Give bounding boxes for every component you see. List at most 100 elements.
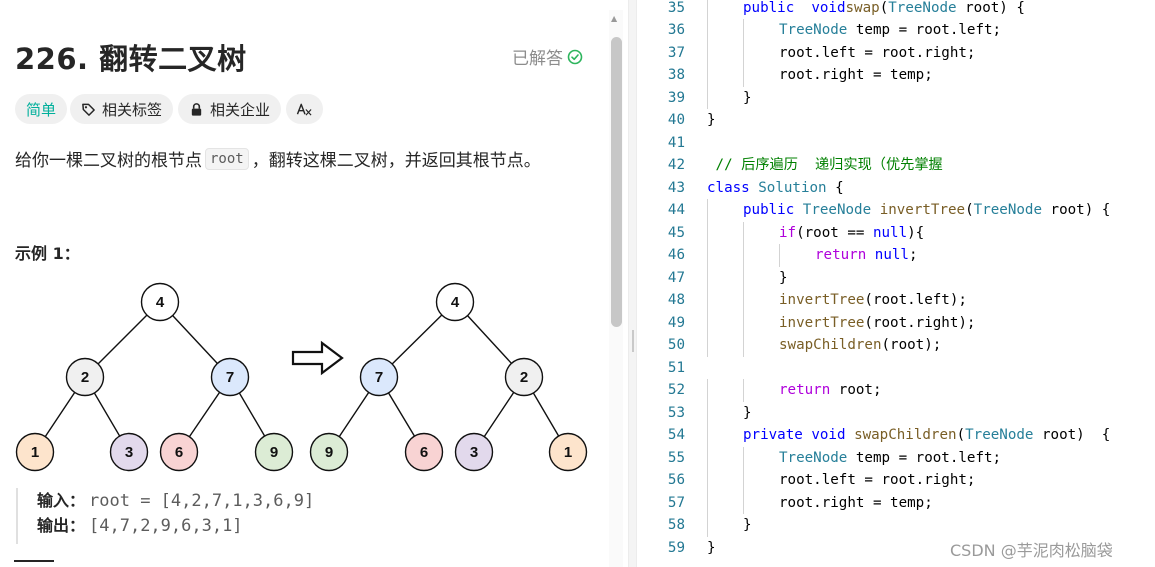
code-text: } — [743, 402, 752, 425]
input-label: 输入： — [37, 491, 86, 510]
code-token: root) { — [1033, 427, 1111, 443]
code-editor[interactable]: 35 public voidswap(TreeNode root) {36 Tree… — [637, 0, 1155, 567]
code-line[interactable]: 36 TreeNode temp = root.left; — [637, 19, 1155, 42]
indent-guide — [707, 514, 708, 537]
indent-guide — [707, 379, 708, 402]
line-number: 52 — [667, 382, 685, 398]
code-line[interactable]: 45 if(root == null){ — [637, 221, 1155, 244]
translate-button[interactable] — [286, 94, 323, 124]
related-topics-label: 相关标签 — [102, 100, 163, 119]
indent-guide — [743, 311, 744, 334]
code-line[interactable]: 40} — [637, 109, 1155, 132]
related-companies-button[interactable]: 相关企业 — [178, 94, 282, 124]
code-line[interactable]: 52 return root; — [637, 379, 1155, 402]
code-token: TreeNode — [802, 202, 872, 218]
description-scrollbar-thumb[interactable] — [611, 37, 622, 327]
indent-guide — [707, 446, 708, 469]
code-line[interactable]: 43 class Solution { — [637, 177, 1155, 200]
code-token: root.right = temp; — [779, 67, 933, 83]
statement-text-after: ，翻转这棵二叉树，并返回其根节点。 — [251, 151, 541, 171]
tree-node-label: 7 — [226, 369, 234, 386]
difficulty-tag[interactable]: 简单 — [15, 94, 68, 124]
indent-guide — [743, 334, 744, 357]
code-line[interactable]: 39} — [637, 86, 1155, 109]
code-line[interactable]: 56 root.left = root.right; — [637, 469, 1155, 492]
line-number: 43 — [667, 179, 685, 196]
code-line[interactable]: 58} — [637, 514, 1155, 537]
line-number: 38 — [667, 67, 685, 83]
code-text: root.right = temp; — [779, 64, 933, 87]
tree-node-label: 9 — [325, 444, 333, 461]
code-line[interactable]: 57 root.right = temp; — [637, 491, 1155, 514]
code-line[interactable]: 41 — [637, 132, 1155, 155]
code-token: root) { — [956, 0, 1025, 16]
indent-guide — [707, 19, 708, 42]
code-line[interactable]: 48 invertTree(root.left); — [637, 289, 1155, 312]
code-line[interactable]: 54 private void swapChildren(TreeNode roo… — [637, 424, 1155, 447]
indent-guide — [707, 221, 708, 244]
line-number: 39 — [667, 89, 685, 106]
code-text: root.left = root.right; — [779, 42, 975, 65]
related-topics-button[interactable]: 相关标签 — [70, 94, 174, 124]
indent-guide — [707, 401, 708, 424]
original-tree: 4 2 7 1 3 6 9 — [15, 282, 294, 472]
code-line[interactable]: 49 invertTree(root.right); — [637, 311, 1155, 335]
code-line[interactable]: 50 swapChildren(root); — [637, 334, 1155, 357]
code-token: ( — [879, 0, 889, 16]
indent-guide — [743, 244, 744, 267]
tree-node-label: 1 — [564, 444, 572, 461]
code-token: Solution — [758, 179, 827, 196]
example-input: 输入： root = [4,2,7,1,3,6,9] — [37, 488, 576, 513]
code-token: void — [811, 0, 846, 16]
code-line[interactable]: 53} — [637, 401, 1155, 425]
code-token: root.left = root.right; — [779, 472, 976, 488]
code-line[interactable]: 37 root.left = root.right; — [637, 41, 1155, 65]
code-text: root.left = root.right; — [779, 469, 975, 492]
indent-guide — [743, 64, 744, 87]
line-number: 41 — [667, 134, 685, 151]
code-line[interactable]: 35 public voidswap(TreeNode root) { — [637, 0, 1155, 19]
tree-node-label: 1 — [31, 444, 39, 461]
tree-node-label: 4 — [156, 294, 165, 311]
code-line[interactable]: 38 root.right = temp; — [637, 64, 1155, 87]
code-text: public TreeNode invertTree(TreeNode root… — [743, 199, 1110, 222]
indent-guide — [743, 446, 744, 469]
indent-guide — [707, 266, 708, 289]
indent-guide — [743, 41, 744, 64]
code-token: return — [815, 247, 867, 263]
line-number: 56 — [667, 472, 685, 488]
indent-guide — [707, 311, 708, 334]
code-line[interactable]: 55 TreeNode temp = root.left; — [637, 446, 1155, 469]
code-line[interactable]: 42 // 后序遍历 递归实现（优先掌握 — [637, 154, 1155, 177]
tree-node-label: 6 — [420, 444, 428, 461]
panel-resize-divider[interactable] — [628, 0, 637, 567]
indent-guide — [707, 491, 708, 514]
code-token: } — [743, 404, 752, 421]
code-token: } — [743, 89, 752, 106]
code-token: public — [743, 0, 795, 16]
code-text: } — [779, 267, 788, 290]
code-text: invertTree(root.right); — [779, 312, 975, 335]
code-line[interactable]: 51 — [637, 357, 1155, 380]
code-token: { — [826, 179, 844, 196]
code-line[interactable]: 44 public TreeNode invertTree(TreeNode ro… — [637, 199, 1155, 222]
code-token: swapChildren — [854, 427, 957, 443]
code-token: TreeNode — [779, 22, 848, 38]
code-text: } — [707, 109, 716, 132]
problem-title: 226. 翻转二叉树 — [15, 42, 247, 76]
code-line[interactable]: 46 return null; — [637, 244, 1155, 267]
code-text: swapChildren(root); — [779, 334, 941, 357]
indent-guide — [743, 491, 744, 514]
code-line[interactable]: 47} — [637, 266, 1155, 290]
code-token: public — [743, 202, 795, 218]
line-number: 51 — [667, 359, 685, 376]
code-token: ){ — [907, 224, 925, 241]
code-text: // 后序遍历 递归实现（优先掌握 — [707, 154, 943, 177]
scroll-up-icon[interactable]: ▲ — [611, 14, 617, 23]
drag-handle-icon[interactable] — [632, 330, 634, 352]
